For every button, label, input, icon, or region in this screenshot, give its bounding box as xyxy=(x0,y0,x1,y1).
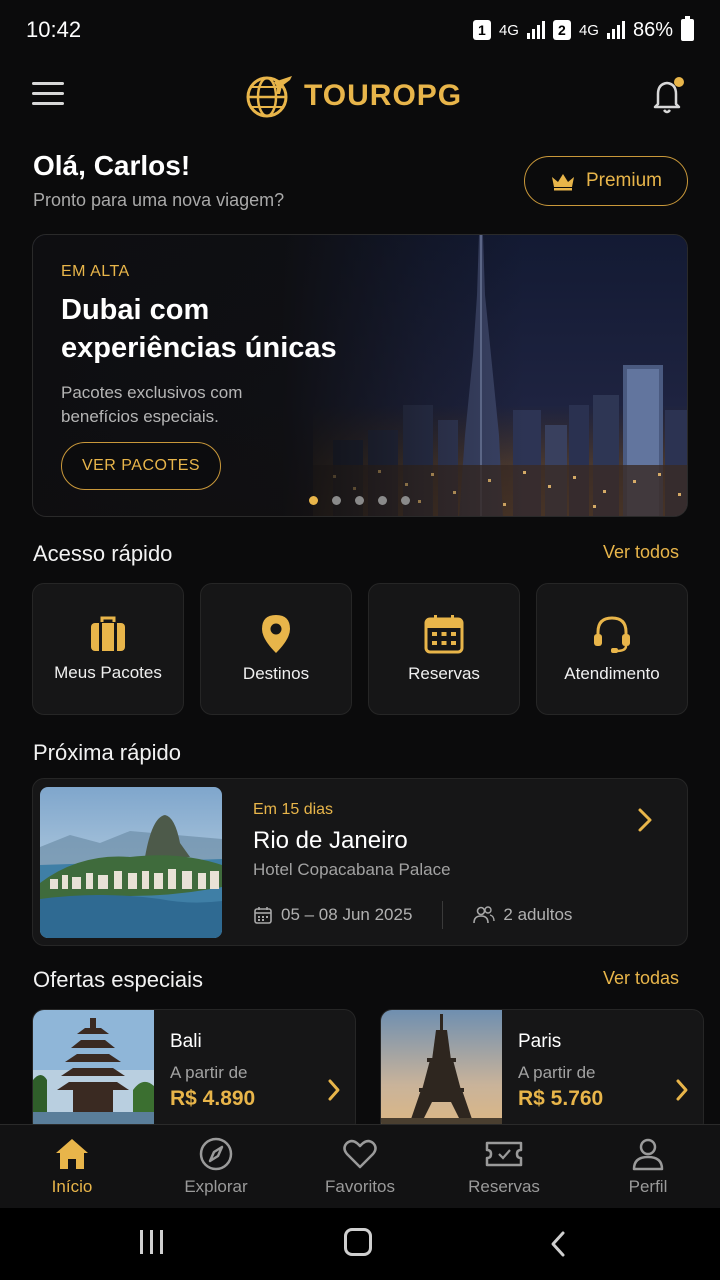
signal-icon xyxy=(526,21,545,39)
offer-name: Paris xyxy=(518,1031,562,1052)
nav-label: Favoritos xyxy=(325,1177,395,1196)
carousel-dot[interactable] xyxy=(378,496,387,505)
network-type: 4G xyxy=(498,21,519,39)
nav-home[interactable]: Início xyxy=(0,1125,144,1208)
greeting-subtitle: Pronto para uma nova viagem? xyxy=(33,190,285,210)
quick-label: Destinos xyxy=(242,664,310,683)
status-indicators: 1 4G 2 4G 86% xyxy=(472,16,694,42)
offer-card-paris[interactable]: Paris A partir de R$ 5.760 xyxy=(380,1009,704,1134)
heart-icon xyxy=(343,1139,377,1169)
carousel-dot[interactable] xyxy=(309,496,318,505)
greeting: Olá, Carlos! Pronto para uma nova viagem… xyxy=(33,150,284,211)
bali-image xyxy=(33,1010,154,1133)
view-packages-button[interactable]: VER PACOTES xyxy=(61,442,221,490)
carousel-dot[interactable] xyxy=(332,496,341,505)
rio-image xyxy=(40,787,222,938)
quick-reservations[interactable]: Reservas xyxy=(368,583,520,715)
trip-dates: 05 – 08 Jun 2025 xyxy=(253,905,412,925)
sim2-icon: 2 xyxy=(552,20,571,40)
crown-icon xyxy=(551,174,574,191)
map-pin-icon xyxy=(262,615,290,653)
status-bar: 10:42 1 4G 2 4G 86% xyxy=(0,0,720,60)
ticket-icon xyxy=(485,1141,523,1167)
chevron-right-icon[interactable] xyxy=(327,1078,341,1107)
home-button-icon[interactable] xyxy=(344,1228,372,1256)
bottom-navigation: Início Explorar Favoritos Reservas Perfi… xyxy=(0,1124,720,1208)
carousel-dot[interactable] xyxy=(355,496,364,505)
nav-explore[interactable]: Explorar xyxy=(144,1125,288,1208)
compass-icon xyxy=(199,1137,233,1171)
home-icon xyxy=(56,1139,88,1169)
nav-label: Explorar xyxy=(184,1177,248,1196)
quick-support[interactable]: Atendimento xyxy=(536,583,688,715)
signal-icon-2 xyxy=(606,21,625,39)
app-header: TOUROPG xyxy=(0,66,720,126)
app-name: TOUROPG xyxy=(304,79,463,112)
paris-image xyxy=(381,1010,502,1133)
status-time: 10:42 xyxy=(26,17,82,42)
nav-reservations[interactable]: Reservas xyxy=(432,1125,576,1208)
offer-from-label: A partir de xyxy=(518,1063,596,1082)
trip-guests: 2 adultos xyxy=(473,905,572,925)
chevron-right-icon[interactable] xyxy=(637,807,653,838)
quick-destinations[interactable]: Destinos xyxy=(200,583,352,715)
offer-name: Bali xyxy=(170,1031,202,1052)
trip-city: Rio de Janeiro xyxy=(253,827,408,854)
quick-access-grid: Meus Pacotes Destinos Reservas Atendimen… xyxy=(32,583,688,715)
carousel-dots xyxy=(309,496,410,505)
premium-label: Premium xyxy=(585,170,662,191)
user-icon xyxy=(632,1138,664,1171)
brand-logo: TOUROPG xyxy=(244,72,462,120)
hero-banner[interactable]: EM ALTA Dubai com experiências únicas Pa… xyxy=(32,234,688,517)
upcoming-trip-card[interactable]: Em 15 dias Rio de Janeiro Hotel Copacaba… xyxy=(32,778,688,946)
quick-label: Reservas xyxy=(408,664,480,683)
nav-label: Reservas xyxy=(468,1177,540,1196)
users-icon xyxy=(473,906,496,924)
system-navigation xyxy=(0,1208,720,1280)
quick-access-see-all[interactable]: Ver todos xyxy=(603,542,679,563)
hero-content: EM ALTA Dubai com experiências únicas Pa… xyxy=(61,263,381,429)
nav-label: Perfil xyxy=(628,1177,668,1196)
offer-from-label: A partir de xyxy=(170,1063,248,1082)
sim1-icon: 1 xyxy=(472,20,491,40)
quick-label: Atendimento xyxy=(564,664,660,683)
hero-tag: EM ALTA xyxy=(61,263,130,280)
offers-see-all[interactable]: Ver todas xyxy=(603,968,679,989)
trip-dates-text: 05 – 08 Jun 2025 xyxy=(281,905,413,924)
bell-icon[interactable] xyxy=(650,76,686,116)
battery-icon xyxy=(681,16,694,41)
trip-meta: 05 – 08 Jun 2025 2 adultos xyxy=(253,901,572,929)
greeting-title: Olá, Carlos! xyxy=(33,150,191,181)
nav-favorites[interactable]: Favoritos xyxy=(288,1125,432,1208)
nav-label: Início xyxy=(51,1177,93,1196)
quick-access-title: Acesso rápido xyxy=(33,541,173,566)
trip-countdown: Em 15 dias xyxy=(253,801,334,818)
offers-title: Ofertas especiais xyxy=(33,967,203,992)
hero-title: Dubai com experiências únicas xyxy=(61,294,337,364)
headset-icon xyxy=(594,616,630,653)
quick-label: Meus Pacotes xyxy=(54,663,162,682)
network-type-2: 4G xyxy=(578,21,599,39)
hamburger-icon[interactable] xyxy=(32,82,64,110)
premium-button[interactable]: Premium xyxy=(524,156,688,206)
suitcase-icon xyxy=(91,616,125,651)
calendar-small-icon xyxy=(254,907,272,924)
battery-percent: 86% xyxy=(632,18,673,41)
chevron-right-icon[interactable] xyxy=(675,1078,689,1107)
back-icon[interactable] xyxy=(548,1230,568,1263)
calendar-icon xyxy=(424,615,464,654)
upcoming-title: Próxima rápido xyxy=(33,740,181,765)
meta-divider xyxy=(442,901,444,929)
trip-guests-text: 2 adultos xyxy=(503,905,573,924)
trip-hotel: Hotel Copacabana Palace xyxy=(253,860,451,879)
offer-price: R$ 4.890 xyxy=(170,1087,256,1110)
quick-my-packages[interactable]: Meus Pacotes xyxy=(32,583,184,715)
hero-description: Pacotes exclusivos com benefícios especi… xyxy=(61,383,243,426)
offer-price: R$ 5.760 xyxy=(518,1087,604,1110)
offer-card-bali[interactable]: Bali A partir de R$ 4.890 xyxy=(32,1009,356,1134)
globe-plane-icon xyxy=(246,76,292,118)
nav-profile[interactable]: Perfil xyxy=(576,1125,720,1208)
carousel-dot[interactable] xyxy=(401,496,410,505)
recent-apps-icon[interactable] xyxy=(140,1230,163,1254)
